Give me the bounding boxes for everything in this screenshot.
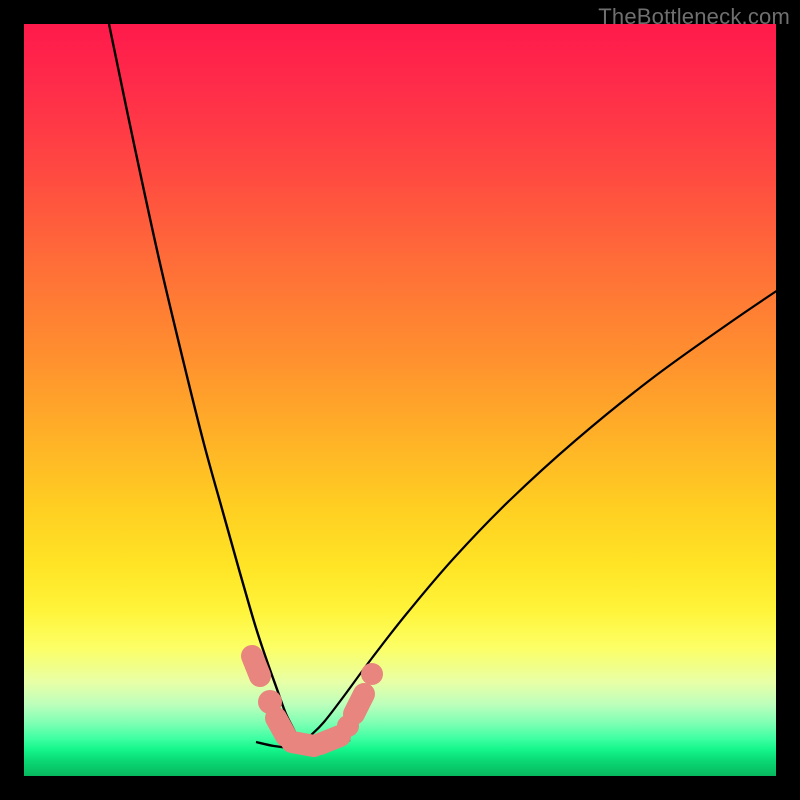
plot-frame xyxy=(24,24,776,776)
bottleneck-curve xyxy=(24,24,776,776)
marker-pill xyxy=(354,694,364,714)
marker-dot xyxy=(361,663,383,685)
watermark-text: TheBottleneck.com xyxy=(598,4,790,30)
curve-left-branch xyxy=(109,24,300,744)
marker-pill xyxy=(276,718,286,736)
marker-pill xyxy=(252,656,260,676)
marker-pill xyxy=(320,736,340,744)
curve-markers xyxy=(252,656,383,746)
